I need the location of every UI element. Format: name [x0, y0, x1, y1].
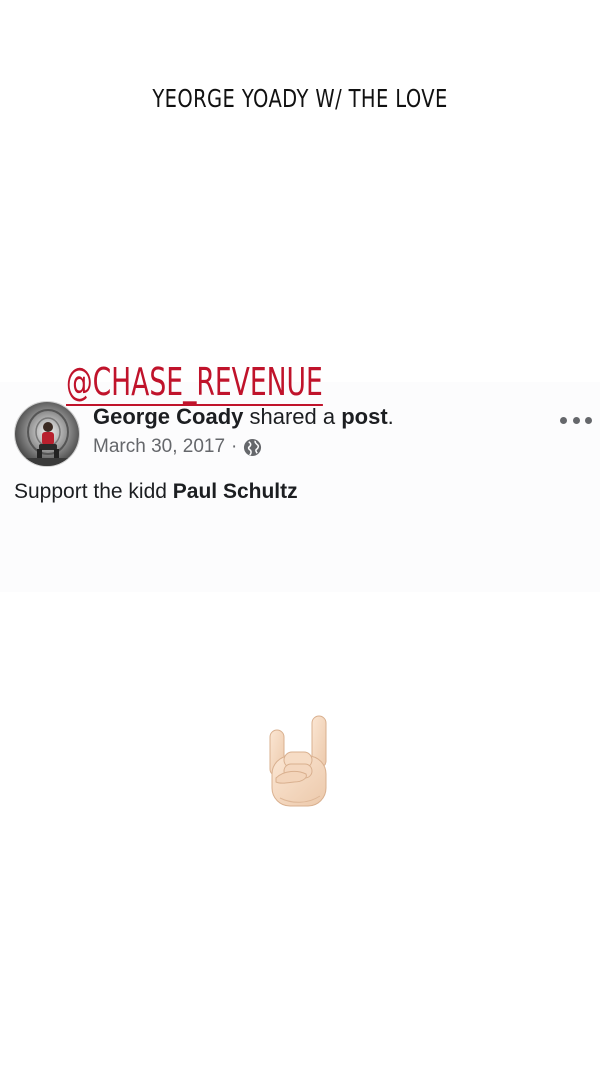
more-dot: [572, 416, 580, 424]
more-dot: [560, 416, 567, 424]
tagged-person-link[interactable]: Paul Schultz: [173, 480, 298, 503]
more-dot: [585, 416, 592, 424]
meta-separator: ·: [231, 436, 238, 457]
avatar-photo: [15, 402, 79, 466]
globe-icon[interactable]: [243, 438, 262, 457]
story-caption: YEORGE YOADY W/ THE LOVE: [152, 84, 448, 113]
mention-tag[interactable]: @CHASE_REVENUE: [66, 360, 323, 406]
post-body: Support the kidd Paul Schultz: [14, 480, 298, 504]
shared-post-link[interactable]: post: [341, 404, 387, 429]
post-date[interactable]: March 30, 2017: [93, 436, 225, 458]
post-meta: March 30, 2017 ·: [93, 436, 262, 458]
more-options-icon[interactable]: [560, 408, 592, 432]
story-screen: YEORGE YOADY W/ THE LOVE @CHASE_REVENUE …: [0, 0, 600, 1067]
post-body-text: Support the kidd: [14, 480, 173, 503]
post-action-suffix: .: [387, 404, 394, 429]
post-action-text: shared a: [243, 404, 342, 429]
rock-on-hand-icon[interactable]: [262, 712, 336, 816]
author-name[interactable]: George Coady: [93, 404, 243, 429]
post-author-line: George Coady shared a post.: [93, 404, 394, 430]
avatar[interactable]: [14, 401, 80, 467]
